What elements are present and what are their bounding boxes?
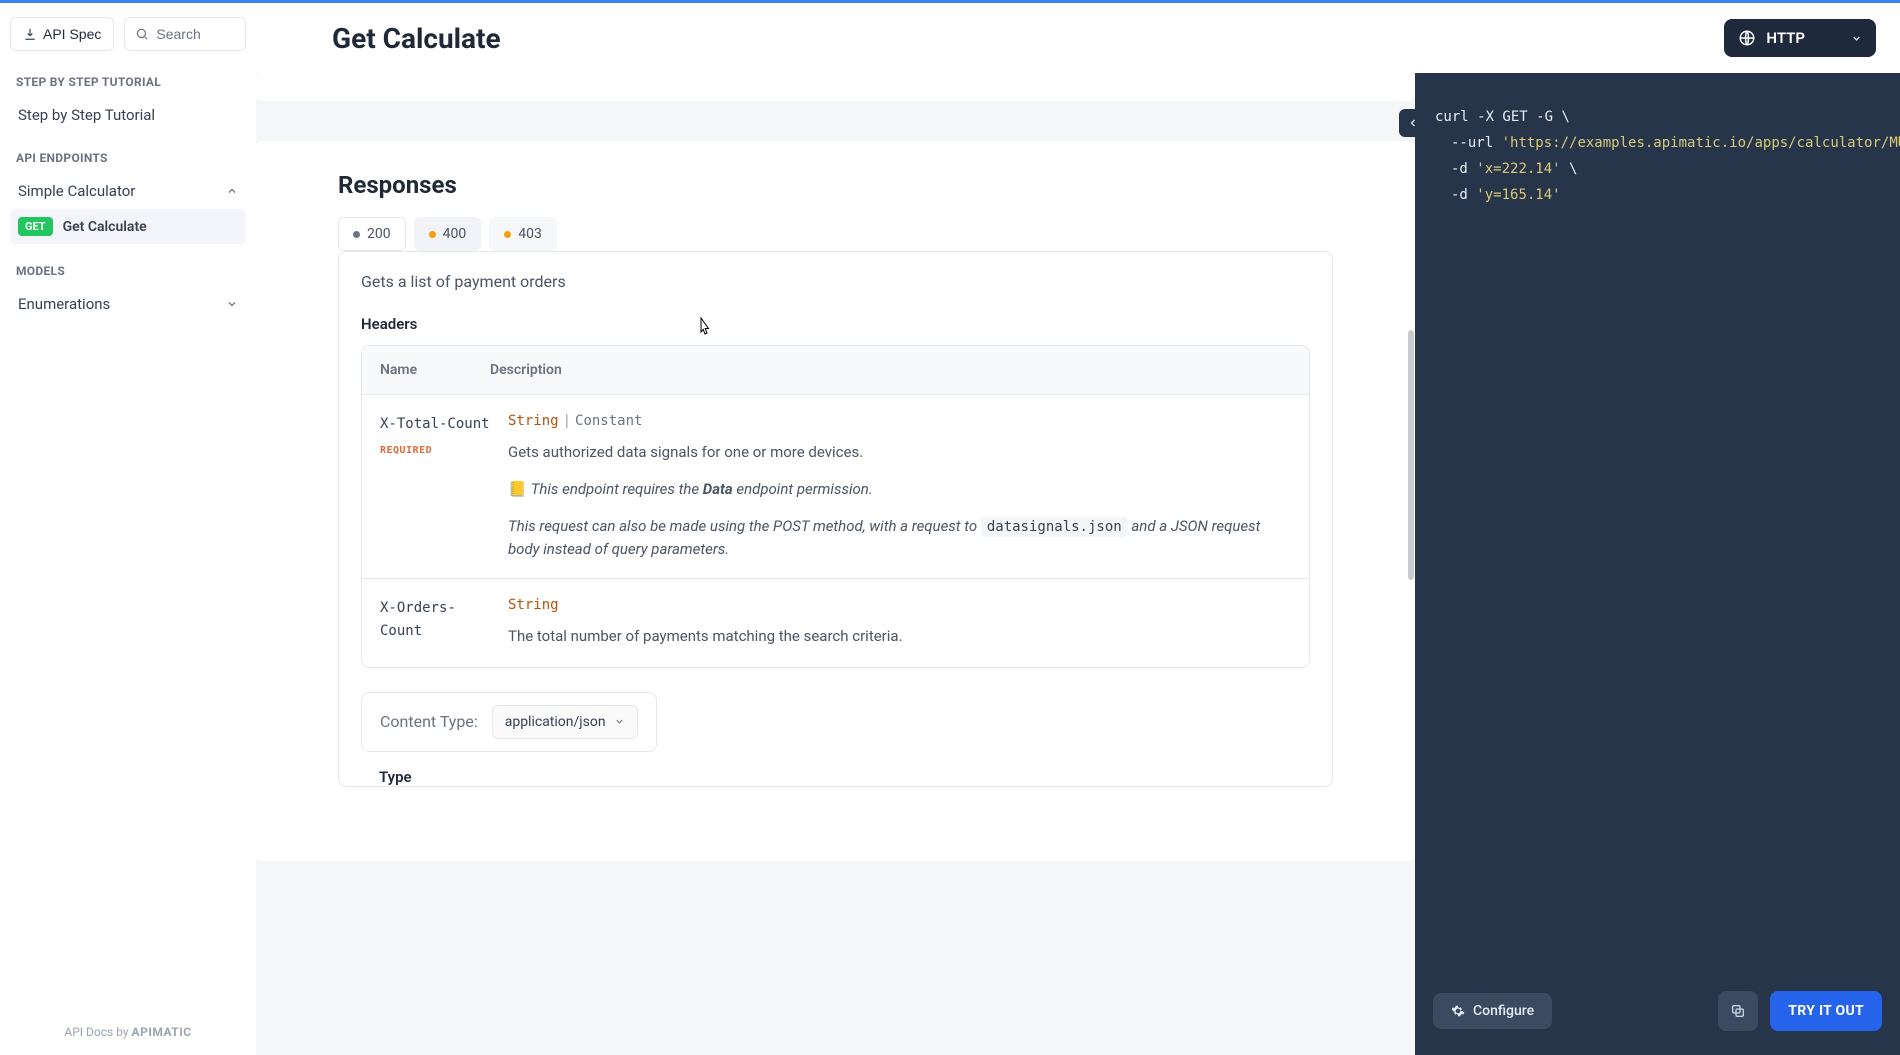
collapse-panel-button[interactable] <box>1399 109 1427 137</box>
search-input-wrap[interactable] <box>124 17 246 51</box>
response-panel: Gets a list of payment orders Headers Na… <box>338 251 1333 787</box>
headers-table: Name Description X-Total-Count REQUIRED <box>361 345 1310 668</box>
scrollbar[interactable] <box>1408 330 1414 580</box>
sidebar-item-tutorial[interactable]: Step by Step Tutorial <box>10 99 246 131</box>
code-panel: curl -X GET -G \--url 'https://examples.… <box>1415 73 1900 1055</box>
required-badge: REQUIRED <box>380 443 490 459</box>
code-sample: curl -X GET -G \--url 'https://examples.… <box>1415 73 1900 241</box>
try-it-out-button[interactable]: TRY IT OUT <box>1770 991 1882 1031</box>
chevron-down-icon <box>1851 33 1862 44</box>
page-title: Get Calculate <box>332 22 501 55</box>
permission-note: 📒This endpoint requires the Data endpoin… <box>508 478 1291 501</box>
status-tab-403[interactable]: 403 <box>489 217 557 251</box>
search-icon <box>135 27 149 41</box>
content-area: Responses 200 400 403 <box>256 73 1415 1055</box>
status-tabs: 200 400 403 <box>338 217 1333 251</box>
response-description: Gets a list of payment orders <box>339 252 1332 299</box>
post-note: This request can also be made using the … <box>508 515 1291 561</box>
header-name: X-Orders-Count <box>380 597 490 642</box>
sidebar-item-simple-calculator[interactable]: Simple Calculator <box>10 175 246 207</box>
content-type-select[interactable]: application/json <box>492 705 638 739</box>
header-type: String <box>508 597 1291 613</box>
header-name: X-Total-Count <box>380 413 490 435</box>
gear-icon <box>1451 1004 1465 1018</box>
table-row: X-Total-Count REQUIRED String|Constant G… <box>362 395 1309 579</box>
column-name: Name <box>362 346 472 394</box>
globe-icon <box>1738 29 1756 47</box>
status-dot-icon <box>504 231 511 238</box>
api-spec-button[interactable]: API Spec <box>10 17 114 51</box>
section-models: MODELS <box>10 260 246 282</box>
content-type-row: Content Type: application/json <box>361 692 657 752</box>
download-icon <box>23 27 37 41</box>
responses-title: Responses <box>338 171 1333 199</box>
book-icon: 📒 <box>508 480 527 498</box>
type-label: Type <box>339 768 1332 786</box>
method-badge: GET <box>18 217 53 236</box>
chevron-down-icon <box>226 298 238 310</box>
copy-button[interactable] <box>1718 991 1758 1031</box>
status-dot-icon <box>353 231 360 238</box>
table-row: X-Orders-Count String The total number o… <box>362 579 1309 666</box>
protocol-select[interactable]: HTTP <box>1724 19 1876 57</box>
status-tab-400[interactable]: 400 <box>414 217 482 251</box>
chevron-down-icon <box>614 716 625 727</box>
status-dot-icon <box>429 231 436 238</box>
header-type: String|Constant <box>508 413 1291 429</box>
copy-icon <box>1730 1003 1746 1019</box>
chevron-up-icon <box>226 185 238 197</box>
content-type-label: Content Type: <box>380 712 478 731</box>
sidebar-footer: API Docs by APIMATIC <box>10 1013 246 1045</box>
column-description: Description <box>472 346 1309 394</box>
section-tutorial: STEP BY STEP TUTORIAL <box>10 71 246 93</box>
headers-label: Headers <box>339 299 1332 345</box>
sidebar-item-enumerations[interactable]: Enumerations <box>10 288 246 320</box>
header-description: The total number of payments matching th… <box>508 625 1291 648</box>
status-tab-200[interactable]: 200 <box>338 217 406 251</box>
section-endpoints: API ENDPOINTS <box>10 147 246 169</box>
sidebar-item-get-calculate[interactable]: GET Get Calculate <box>10 209 246 244</box>
api-spec-label: API Spec <box>43 26 101 42</box>
sidebar: API Spec STEP BY STEP TUTORIAL Step by S… <box>0 3 256 1055</box>
configure-button[interactable]: Configure <box>1433 993 1552 1029</box>
header-description: Gets authorized data signals for one or … <box>508 441 1291 464</box>
search-input[interactable] <box>156 26 235 42</box>
